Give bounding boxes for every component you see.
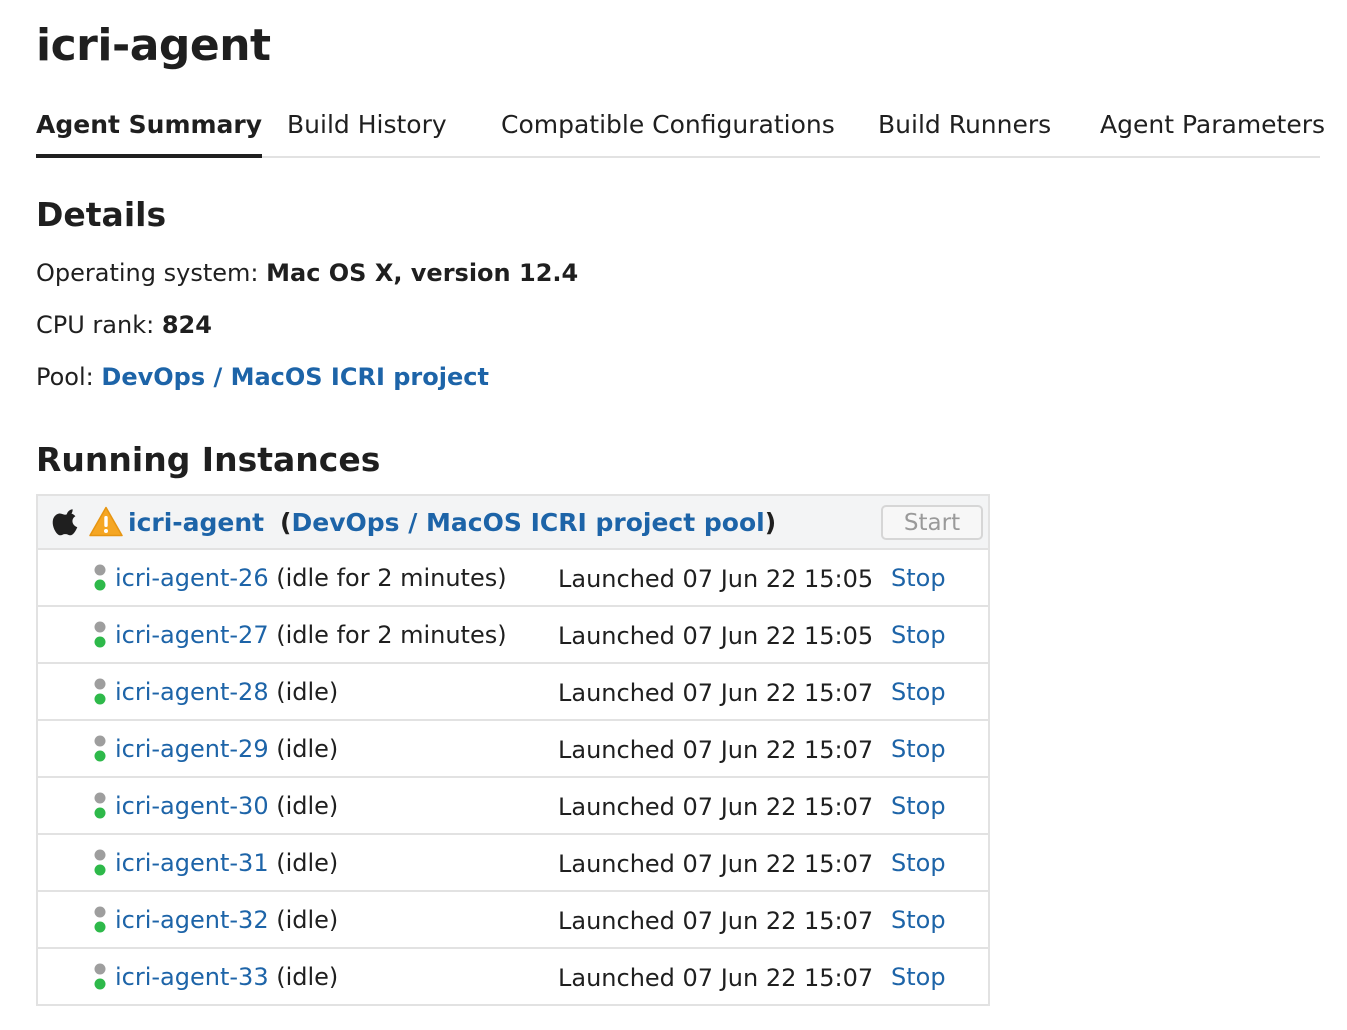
pool-link[interactable]: DevOps / MacOS ICRI project — [101, 363, 489, 391]
instance-name: icri-agent-32 (idle) — [115, 906, 338, 934]
instance-status: (idle for 2 minutes) — [276, 621, 507, 649]
instance-name: icri-agent-33 (idle) — [115, 963, 338, 991]
instance-name: icri-agent-28 (idle) — [115, 678, 338, 706]
instance-link[interactable]: icri-agent-32 — [115, 906, 269, 934]
tab-build-history[interactable]: Build History — [287, 110, 447, 139]
cpu-label: CPU rank: — [36, 311, 155, 339]
instance-status: (idle) — [276, 849, 339, 877]
instance-link[interactable]: icri-agent-29 — [115, 735, 269, 763]
stop-button[interactable]: Stop — [891, 735, 946, 763]
tab-bar: Agent Summary Build History Compatible C… — [36, 100, 1325, 158]
instance-name: icri-agent-30 (idle) — [115, 792, 338, 820]
warning-icon — [89, 506, 123, 537]
tab-agent-summary[interactable]: Agent Summary — [36, 110, 263, 158]
instance-row: icri-agent-31 (idle) Launched 07 Jun 22 1… — [38, 835, 988, 892]
instance-link[interactable]: icri-agent-28 — [115, 678, 269, 706]
instance-row: icri-agent-27 (idle for 2 minutes) Launch… — [38, 607, 988, 664]
agent-status-icon — [94, 621, 106, 648]
tab-agent-parameters[interactable]: Agent Parameters — [1100, 110, 1325, 139]
close-paren: ) — [764, 508, 777, 537]
instance-row: icri-agent-32 (idle) Launched 07 Jun 22 1… — [38, 892, 988, 949]
instance-name: icri-agent-27 (idle for 2 minutes) — [115, 621, 507, 649]
instance-launched: Launched 07 Jun 22 15:07 — [558, 679, 874, 707]
running-instances-panel: icri-agent (DevOps / MacOS ICRI project … — [36, 494, 990, 1006]
instance-name: icri-agent-29 (idle) — [115, 735, 338, 763]
instance-name: icri-agent-26 (idle for 2 minutes) — [115, 564, 507, 592]
instance-status: (idle) — [276, 906, 339, 934]
instance-launched: Launched 07 Jun 22 15:07 — [558, 736, 874, 764]
instance-launched: Launched 07 Jun 22 15:07 — [558, 850, 874, 878]
page-title: icri-agent — [36, 20, 271, 71]
instance-launched: Launched 07 Jun 22 15:07 — [558, 793, 874, 821]
os-label: Operating system: — [36, 259, 259, 287]
pool-label: Pool: — [36, 363, 94, 391]
os-line: Operating system: Mac OS X, version 12.4 — [36, 259, 578, 287]
instance-row: icri-agent-33 (idle) Launched 07 Jun 22 1… — [38, 949, 988, 1006]
instance-row: icri-agent-28 (idle) Launched 07 Jun 22 1… — [38, 664, 988, 721]
agent-status-icon — [94, 792, 106, 819]
instance-launched: Launched 07 Jun 22 15:07 — [558, 964, 874, 992]
agent-group-name-link[interactable]: icri-agent — [128, 508, 264, 537]
details-heading: Details — [36, 195, 167, 234]
agent-group-header: icri-agent (DevOps / MacOS ICRI project … — [38, 496, 988, 550]
start-button[interactable]: Start — [881, 505, 983, 540]
agent-status-icon — [94, 564, 106, 591]
agent-status-icon — [94, 906, 106, 933]
instance-link[interactable]: icri-agent-27 — [115, 621, 269, 649]
agent-status-icon — [94, 849, 106, 876]
tab-build-runners[interactable]: Build Runners — [878, 110, 1051, 139]
instance-link[interactable]: icri-agent-30 — [115, 792, 269, 820]
agent-group-title: icri-agent (DevOps / MacOS ICRI project … — [128, 508, 776, 537]
stop-button[interactable]: Stop — [891, 678, 946, 706]
instance-status: (idle) — [276, 735, 339, 763]
agent-status-icon — [94, 735, 106, 762]
cpu-value: 824 — [161, 311, 212, 339]
apple-icon — [52, 509, 78, 536]
instance-link[interactable]: icri-agent-33 — [115, 963, 269, 991]
agent-status-icon — [94, 678, 106, 705]
instance-status: (idle) — [276, 963, 339, 991]
pool-line: Pool: DevOps / MacOS ICRI project — [36, 363, 489, 391]
os-value: Mac OS X, version 12.4 — [266, 259, 579, 287]
instance-link[interactable]: icri-agent-31 — [115, 849, 269, 877]
instance-status: (idle) — [276, 792, 339, 820]
instance-launched: Launched 07 Jun 22 15:05 — [558, 622, 874, 650]
stop-button[interactable]: Stop — [891, 792, 946, 820]
instance-status: (idle for 2 minutes) — [276, 564, 507, 592]
stop-button[interactable]: Stop — [891, 564, 946, 592]
instance-status: (idle) — [276, 678, 339, 706]
stop-button[interactable]: Stop — [891, 906, 946, 934]
stop-button[interactable]: Stop — [891, 621, 946, 649]
instance-row: icri-agent-26 (idle for 2 minutes) Launch… — [38, 550, 988, 607]
stop-button[interactable]: Stop — [891, 963, 946, 991]
agent-group-pool-link[interactable]: DevOps / MacOS ICRI project pool — [291, 508, 764, 537]
instance-row: icri-agent-30 (idle) Launched 07 Jun 22 1… — [38, 778, 988, 835]
cpu-line: CPU rank: 824 — [36, 311, 212, 339]
instance-name: icri-agent-31 (idle) — [115, 849, 338, 877]
running-instances-heading: Running Instances — [36, 440, 381, 479]
instance-launched: Launched 07 Jun 22 15:07 — [558, 907, 874, 935]
agent-status-icon — [94, 963, 106, 990]
instance-link[interactable]: icri-agent-26 — [115, 564, 269, 592]
tab-compatible-configurations[interactable]: Compatible Configurations — [501, 110, 835, 139]
instance-row: icri-agent-29 (idle) Launched 07 Jun 22 1… — [38, 721, 988, 778]
open-paren: ( — [280, 508, 292, 537]
instance-launched: Launched 07 Jun 22 15:05 — [558, 565, 874, 593]
stop-button[interactable]: Stop — [891, 849, 946, 877]
